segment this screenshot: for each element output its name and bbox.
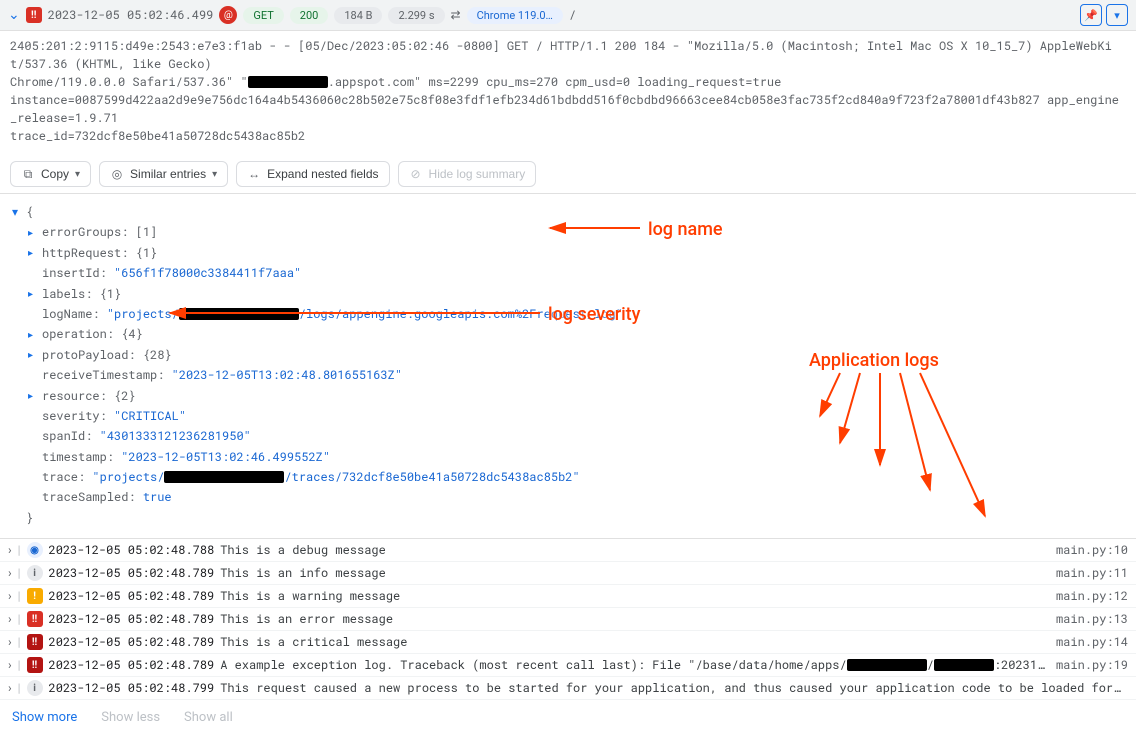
log-row[interactable]: ›| !! 2023-12-05 05:02:48.789 This is an… <box>0 608 1136 631</box>
json-tree: ▾{ ▸errorGroups: [1] ▸httpRequest: {1} i… <box>0 194 1136 538</box>
log-source: main.py:12 <box>1056 588 1128 604</box>
log-entry-header[interactable]: ⌄ !! 2023-12-05 05:02:46.499 @ GET 200 1… <box>0 0 1136 31</box>
log-toolbar: ⧉ Copy ▾ ◎ Similar entries ▾ ↔ Expand ne… <box>0 155 1136 194</box>
log-source: main.py:14 <box>1056 634 1128 650</box>
log-timestamp: 2023-12-05 05:02:48.789 <box>49 611 215 627</box>
log-message: This request caused a new process to be … <box>220 680 1122 696</box>
log-row[interactable]: ›| ◉ 2023-12-05 05:02:48.788 This is a d… <box>0 539 1136 562</box>
severity-info-icon: i <box>27 680 43 696</box>
hide-summary-button[interactable]: ⊘ Hide log summary <box>398 161 537 187</box>
expand-icon[interactable]: ▸ <box>28 224 42 241</box>
pin-button[interactable]: 📌 <box>1080 4 1102 26</box>
header-timestamp: 2023-12-05 05:02:46.499 <box>48 7 214 23</box>
log-message: This is a debug message <box>220 542 1050 558</box>
log-message: This is a warning message <box>220 588 1050 604</box>
severity-debug-icon: ◉ <box>27 542 43 558</box>
log-timestamp: 2023-12-05 05:02:48.789 <box>49 657 215 673</box>
log-timestamp: 2023-12-05 05:02:48.799 <box>49 680 215 696</box>
application-logs-list: ›| ◉ 2023-12-05 05:02:48.788 This is a d… <box>0 538 1136 700</box>
at-badge-icon: @ <box>219 6 237 24</box>
expand-icon: ↔ <box>247 167 261 181</box>
raw-log-text: 2405:201:2:9115:d49e:2543:e7e3:f1ab - - … <box>0 31 1136 155</box>
collapse-chevron-icon[interactable]: ⌄ <box>8 7 20 23</box>
expand-fields-button[interactable]: ↔ Expand nested fields <box>236 161 389 187</box>
expand-icon[interactable]: ▸ <box>28 326 42 343</box>
dropdown-button[interactable]: ▾ <box>1106 4 1128 26</box>
http-method-pill[interactable]: GET <box>243 7 283 24</box>
show-less-link: Show less <box>101 710 160 725</box>
log-message: This is an info message <box>220 565 1050 581</box>
http-status-pill[interactable]: 200 <box>290 7 329 24</box>
log-timestamp: 2023-12-05 05:02:48.788 <box>49 542 215 558</box>
collapse-icon[interactable]: ▾ <box>12 202 26 222</box>
expand-chevron-icon[interactable]: › <box>8 658 12 672</box>
target-icon: ◎ <box>110 167 124 181</box>
severity-critical-icon: !! <box>27 634 43 650</box>
redacted-text <box>847 659 927 671</box>
severity-critical-icon: !! <box>26 7 42 23</box>
log-row[interactable]: ›| i 2023-12-05 05:02:48.789 This is an … <box>0 562 1136 585</box>
footer-links: Show more Show less Show all <box>0 700 1136 735</box>
log-message: This is a critical message <box>220 634 1050 650</box>
expand-icon[interactable]: ▸ <box>28 387 42 404</box>
redacted-text <box>179 308 299 320</box>
severity-info-icon: i <box>27 565 43 581</box>
log-timestamp: 2023-12-05 05:02:48.789 <box>49 634 215 650</box>
response-size-pill[interactable]: 184 B <box>334 7 382 24</box>
duration-pill[interactable]: 2.299 s <box>388 7 444 24</box>
log-timestamp: 2023-12-05 05:02:48.789 <box>49 565 215 581</box>
hide-icon: ⊘ <box>409 167 423 181</box>
log-row[interactable]: ›| !! 2023-12-05 05:02:48.789 A example … <box>0 654 1136 677</box>
expand-chevron-icon[interactable]: › <box>8 681 12 695</box>
severity-critical-icon: !! <box>27 657 43 673</box>
log-timestamp: 2023-12-05 05:02:48.789 <box>49 588 215 604</box>
log-source: main.py:11 <box>1056 565 1128 581</box>
chevron-down-icon: ▾ <box>212 169 217 180</box>
copy-button[interactable]: ⧉ Copy ▾ <box>10 161 91 187</box>
user-agent-pill[interactable]: Chrome 119.0… <box>467 7 563 24</box>
request-path: / <box>569 7 576 23</box>
redacted-text <box>934 659 994 671</box>
network-icon: ⇄ <box>451 8 461 22</box>
log-row[interactable]: ›| ! 2023-12-05 05:02:48.789 This is a w… <box>0 585 1136 608</box>
expand-chevron-icon[interactable]: › <box>8 543 12 557</box>
copy-icon: ⧉ <box>21 167 35 181</box>
severity-error-icon: !! <box>27 611 43 627</box>
expand-icon[interactable]: ▸ <box>28 346 42 363</box>
expand-chevron-icon[interactable]: › <box>8 566 12 580</box>
log-message: A example exception log. Traceback (most… <box>220 657 1050 673</box>
chevron-down-icon: ▾ <box>75 169 80 180</box>
log-message: This is an error message <box>220 611 1050 627</box>
redacted-text <box>164 471 284 483</box>
expand-chevron-icon[interactable]: › <box>8 612 12 626</box>
log-source: main.py:19 <box>1056 657 1128 673</box>
log-row[interactable]: ›| i 2023-12-05 05:02:48.799 This reques… <box>0 677 1136 700</box>
expand-icon[interactable]: ▸ <box>28 285 42 302</box>
severity-warning-icon: ! <box>27 588 43 604</box>
expand-chevron-icon[interactable]: › <box>8 635 12 649</box>
log-source: main.py:13 <box>1056 611 1128 627</box>
show-all-link: Show all <box>184 710 233 725</box>
expand-chevron-icon[interactable]: › <box>8 589 12 603</box>
redacted-text <box>248 76 328 88</box>
log-row[interactable]: ›| !! 2023-12-05 05:02:48.789 This is a … <box>0 631 1136 654</box>
log-source: main.py:10 <box>1056 542 1128 558</box>
expand-icon[interactable]: ▸ <box>28 244 42 261</box>
similar-entries-button[interactable]: ◎ Similar entries ▾ <box>99 161 228 187</box>
show-more-link[interactable]: Show more <box>12 710 77 725</box>
